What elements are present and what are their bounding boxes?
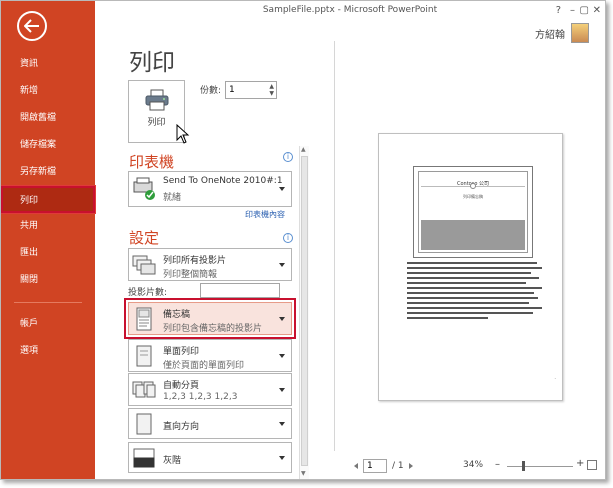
previous-page-icon[interactable] <box>354 463 358 469</box>
zoom-in-icon[interactable]: + <box>576 458 584 469</box>
layout-title: 備忘稿 <box>163 310 191 320</box>
slides-input[interactable] <box>200 283 280 298</box>
print-range-title: 列印所有投影片 <box>163 256 227 266</box>
printer-heading: 印表機 <box>129 153 175 171</box>
sidebar-item-options[interactable]: 選項 <box>1 338 95 365</box>
printer-icon <box>145 89 169 111</box>
mouse-cursor-icon <box>176 124 190 144</box>
settings-scrollbar[interactable]: ▲ ▼ <box>299 146 309 479</box>
total-pages: / 1 <box>392 461 404 471</box>
page-navigator: / 1 <box>354 459 413 473</box>
chevron-down-icon <box>279 262 285 267</box>
printer-name: Send To OneNote 2010#:1 <box>163 176 283 186</box>
sidebar-item-close[interactable]: 關閉 <box>1 267 95 294</box>
copies-label: 份數: <box>200 86 222 96</box>
window-title: SampleFile.pptx - Microsoft PowerPoint <box>262 5 438 15</box>
minimize-icon[interactable]: – <box>570 5 575 16</box>
backstage-sidebar: 資訊 新增 開啟舊檔 儲存檔案 另存新檔 列印 共用 匯出 關閉 帳戶 選項 <box>1 1 95 479</box>
sides-title: 單面列印 <box>163 347 200 357</box>
back-arrow-icon <box>24 19 39 33</box>
sidebar-item-open[interactable]: 開啟舊檔 <box>1 105 95 132</box>
slide-subtitle: 列印備忘稿 <box>463 194 483 199</box>
sidebar-item-share[interactable]: 共用 <box>1 213 95 240</box>
next-page-icon[interactable] <box>408 463 413 469</box>
copies-input[interactable] <box>226 82 262 98</box>
sides-desc: 僅於頁面的單面列印 <box>163 361 245 371</box>
all-slides-icon <box>132 255 156 274</box>
slide-ornament <box>470 183 476 189</box>
zoom-level: 34% <box>463 460 484 470</box>
zoom-slider[interactable] <box>507 466 573 467</box>
close-icon[interactable]: ✕ <box>593 5 601 16</box>
zoom-to-page-icon[interactable] <box>587 460 597 470</box>
color-title: 灰階 <box>163 456 182 466</box>
slide-thumbnail: Contoso 公司 列印備忘稿 <box>413 166 533 258</box>
orientation-dropdown[interactable]: 直向方向 <box>128 408 292 439</box>
sidebar-item-save-as[interactable]: 另存新檔 <box>1 159 95 186</box>
sidebar-item-account[interactable]: 帳戶 <box>1 311 95 338</box>
print-preview-page: Contoso 公司 列印備忘稿 · <box>378 133 563 401</box>
maximize-icon[interactable]: ▢ <box>580 5 589 16</box>
zoom-out-icon[interactable]: – <box>495 459 500 470</box>
scrollbar-thumb[interactable] <box>301 156 308 466</box>
chevron-down-icon <box>279 387 285 392</box>
copies-stepper[interactable]: ▲▼ <box>225 81 277 99</box>
sidebar-item-export[interactable]: 匯出 <box>1 240 95 267</box>
copies-spin-icon[interactable]: ▲ ▼ <box>269 83 274 97</box>
panel-divider <box>334 41 335 451</box>
printer-properties-link[interactable]: 印表機內容 <box>245 209 285 220</box>
printer-dropdown[interactable]: Send To OneNote 2010#:1 就緒 <box>128 171 292 207</box>
sidebar-item-print[interactable]: 列印 <box>1 186 95 213</box>
notes-text-block <box>407 262 542 322</box>
sidebar-item-save[interactable]: 儲存檔案 <box>1 132 95 159</box>
scroll-up-icon[interactable]: ▲ <box>301 146 306 153</box>
chevron-down-icon <box>279 421 285 426</box>
user-account[interactable]: 方紹翰 <box>535 23 589 43</box>
slide-footer-band <box>421 220 525 250</box>
print-range-desc: 列印整個簡報 <box>163 270 218 280</box>
sidebar-divider <box>14 302 82 303</box>
slides-label: 投影片數: <box>128 288 168 298</box>
page-title: 列印 <box>129 50 175 76</box>
notes-page-icon <box>136 307 152 330</box>
page-number-mark: · <box>554 376 556 382</box>
layout-desc: 列印包含備忘稿的投影片 <box>163 324 263 334</box>
printer-info-icon[interactable]: i <box>283 152 293 162</box>
collation-desc: 1,2,3 1,2,3 1,2,3 <box>163 392 238 402</box>
slide-frame: Contoso 公司 列印備忘稿 <box>418 171 528 253</box>
chevron-down-icon <box>279 353 285 358</box>
collated-icon <box>132 381 156 397</box>
avatar <box>571 23 589 43</box>
zoom-slider-thumb[interactable] <box>522 461 525 471</box>
sidebar-item-new[interactable]: 新增 <box>1 78 95 105</box>
printer-status: 就緒 <box>163 193 182 203</box>
help-icon[interactable]: ? <box>556 5 561 16</box>
settings-heading: 設定 <box>129 229 160 247</box>
current-page-input[interactable] <box>363 459 387 473</box>
grayscale-icon <box>133 448 155 467</box>
app-window: 資訊 新增 開啟舊檔 儲存檔案 另存新檔 列印 共用 匯出 關閉 帳戶 選項 S… <box>0 0 606 480</box>
color-dropdown[interactable]: 灰階 <box>128 442 292 473</box>
print-range-dropdown[interactable]: 列印所有投影片 列印整個簡報 <box>128 248 292 281</box>
sidebar-nav: 資訊 新增 開啟舊檔 儲存檔案 另存新檔 列印 共用 匯出 關閉 帳戶 選項 <box>1 51 95 365</box>
chevron-down-icon <box>279 187 285 191</box>
scroll-down-icon[interactable]: ▼ <box>301 470 306 477</box>
collation-title: 自動分頁 <box>163 381 200 391</box>
printer-device-icon <box>133 177 155 200</box>
user-name: 方紹翰 <box>535 29 565 41</box>
one-sided-icon <box>136 345 152 366</box>
chevron-down-icon <box>279 316 285 321</box>
sidebar-item-info[interactable]: 資訊 <box>1 51 95 78</box>
collation-dropdown[interactable]: 自動分頁 1,2,3 1,2,3 1,2,3 <box>128 373 292 406</box>
back-button[interactable] <box>17 11 47 41</box>
layout-dropdown[interactable]: 備忘稿 列印包含備忘稿的投影片 <box>124 298 296 339</box>
orientation-title: 直向方向 <box>163 422 200 432</box>
portrait-orientation-icon <box>136 413 152 434</box>
sides-dropdown[interactable]: 單面列印 僅於頁面的單面列印 <box>128 339 292 372</box>
chevron-down-icon <box>279 455 285 460</box>
settings-info-icon[interactable]: i <box>283 233 293 243</box>
